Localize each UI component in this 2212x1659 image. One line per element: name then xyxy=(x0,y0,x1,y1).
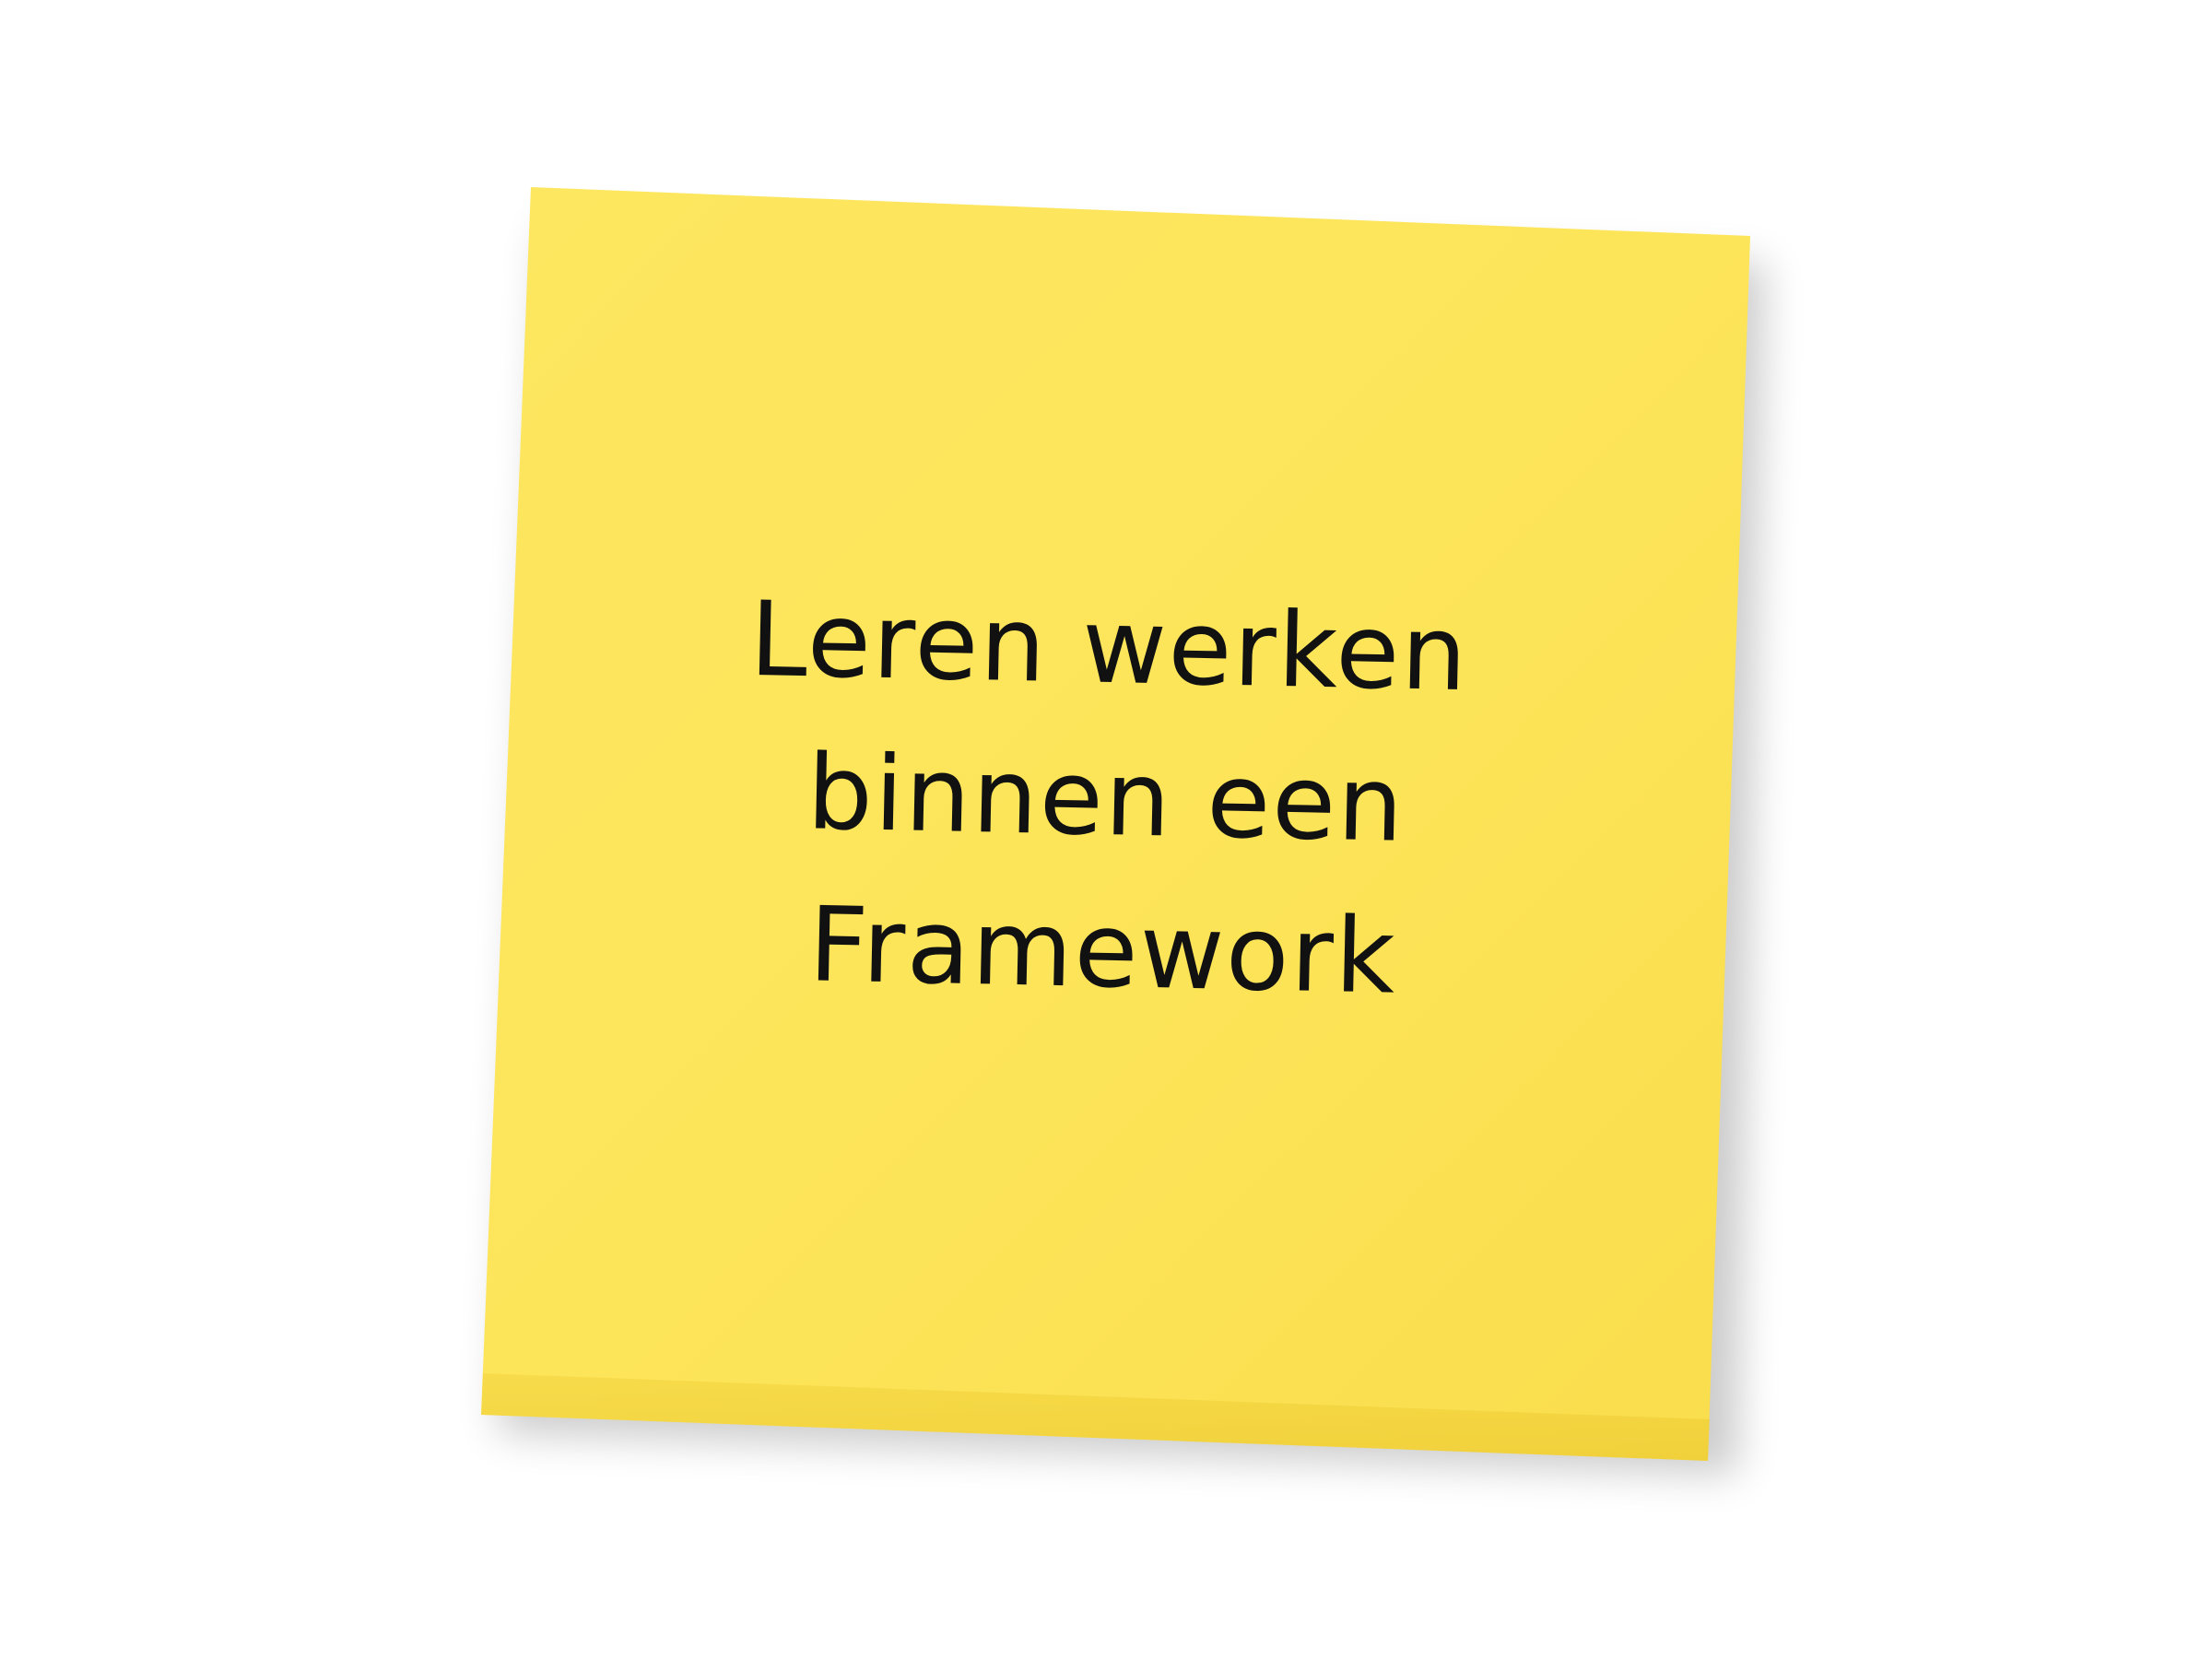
handwritten-note-text: Leren werken binnen een Framework xyxy=(622,561,1590,1038)
note-line-2: binnen een xyxy=(806,733,1406,865)
note-line-3: Framework xyxy=(807,885,1398,1018)
note-line-1: Leren werken xyxy=(748,579,1470,715)
